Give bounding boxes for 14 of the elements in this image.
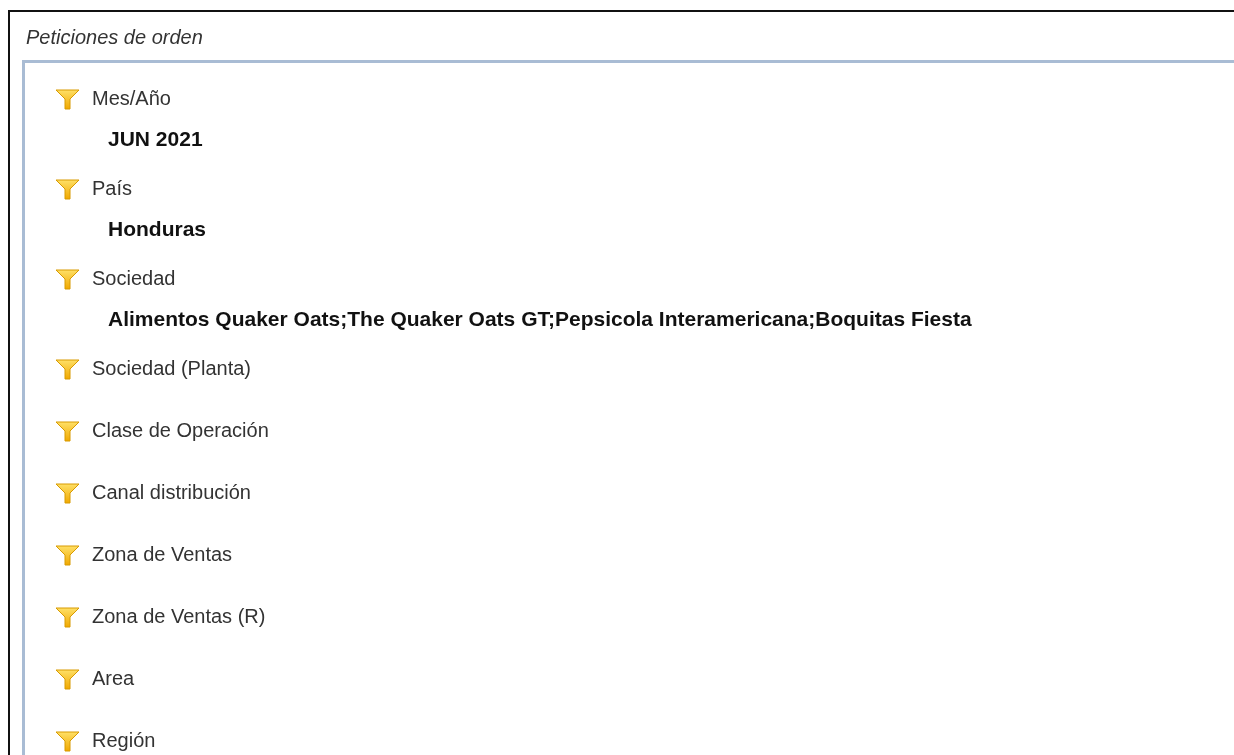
filter-label: Zona de Ventas bbox=[92, 542, 233, 567]
filter-label: Sociedad bbox=[92, 266, 176, 291]
filter-value: Honduras bbox=[108, 217, 206, 240]
filter-label: Región bbox=[92, 728, 156, 753]
filter-value: JUN 2021 bbox=[108, 127, 203, 150]
filter-label: Zona de Ventas (R) bbox=[92, 604, 266, 629]
filter-value: Alimentos Quaker Oats;The Quaker Oats GT;Pepsicola Interamericana;Boquitas Fiesta bbox=[108, 307, 972, 330]
filter-label: Clase de Operación bbox=[92, 418, 269, 443]
filter-label: Mes/Año bbox=[92, 86, 171, 111]
panel-title: Peticiones de orden bbox=[25, 25, 204, 50]
filter-label: Canal distribución bbox=[92, 480, 251, 505]
filter-label: Area bbox=[92, 666, 135, 691]
filter-label: País bbox=[92, 176, 133, 201]
filter-label: Sociedad (Planta) bbox=[92, 356, 251, 381]
